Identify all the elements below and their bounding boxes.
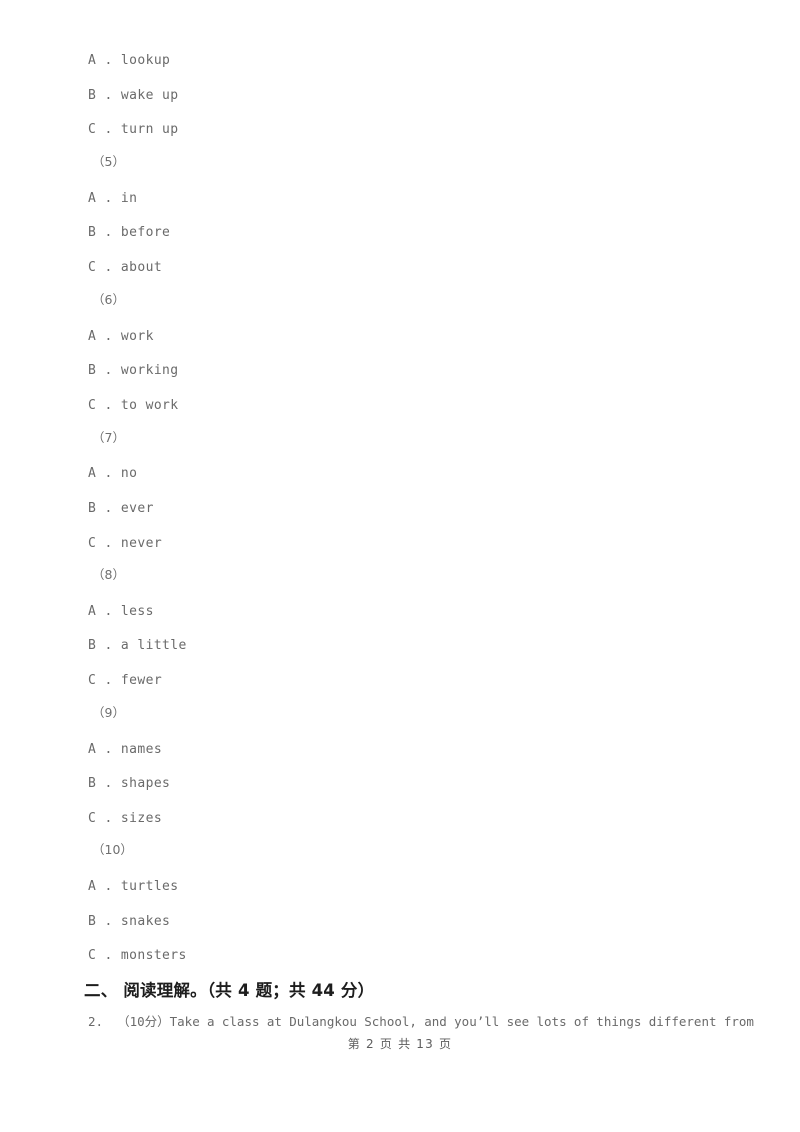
sub-question-number: （7） <box>92 430 125 445</box>
question-word: you’ll <box>454 1014 500 1029</box>
answer-option: C . fewer <box>88 673 163 688</box>
sub-question-number: （8） <box>92 567 125 582</box>
question-word: see <box>506 1014 530 1029</box>
answer-option: C . never <box>88 536 163 551</box>
question-word: from <box>723 1014 754 1029</box>
question-word: a <box>207 1014 215 1029</box>
answer-option: B . before <box>88 225 171 240</box>
answer-option: B . a little <box>88 638 187 653</box>
question-word: Dulangkou <box>289 1014 357 1029</box>
document-page: A . lookup B . wake up C . turn up （5） A . i… <box>0 0 800 1132</box>
answer-option: A . work <box>88 329 154 344</box>
answer-option: B . snakes <box>88 914 171 929</box>
answer-option: B . wake up <box>88 88 179 103</box>
question-word: different <box>648 1014 717 1029</box>
answer-option: B . shapes <box>88 776 171 791</box>
question-word: of <box>573 1014 589 1029</box>
question-word: （10分）Take <box>117 1014 200 1029</box>
page-footer: 第 2 页 共 13 页 <box>347 1037 453 1051</box>
question-word: School, <box>364 1014 417 1029</box>
answer-option: C . about <box>88 260 163 275</box>
question-paragraph: 2. （10分）Take a class at Dulangkou School, and y… <box>88 1014 754 1030</box>
answer-option: A . in <box>88 191 138 206</box>
answer-option: C . sizes <box>88 811 163 826</box>
answer-option: A . no <box>88 466 138 481</box>
answer-option: B . working <box>88 363 179 378</box>
question-word: at <box>266 1014 282 1029</box>
question-text: （10分）Take a class at Dulangkou School, and you’… <box>117 1014 754 1030</box>
question-word: lots <box>536 1014 567 1029</box>
answer-option: A . turtles <box>88 879 179 894</box>
answer-option: A . lookup <box>88 53 171 68</box>
question-word: class <box>221 1014 260 1029</box>
section-heading: 二、 阅读理解。（共 4 题；共 44 分） <box>84 981 375 1000</box>
sub-question-number: （6） <box>92 292 125 307</box>
answer-option: A . names <box>88 742 163 757</box>
answer-option: C . turn up <box>88 122 179 137</box>
answer-option: B . ever <box>88 501 154 516</box>
answer-option: C . monsters <box>88 948 187 963</box>
answer-option: C . to work <box>88 398 179 413</box>
question-word: and <box>424 1014 447 1029</box>
question-word: things <box>596 1014 642 1029</box>
answer-option: A . less <box>88 604 154 619</box>
sub-question-number: （9） <box>92 705 125 720</box>
sub-question-number: （10） <box>92 842 133 857</box>
question-number: 2. <box>88 1014 104 1029</box>
sub-question-number: （5） <box>92 154 125 169</box>
